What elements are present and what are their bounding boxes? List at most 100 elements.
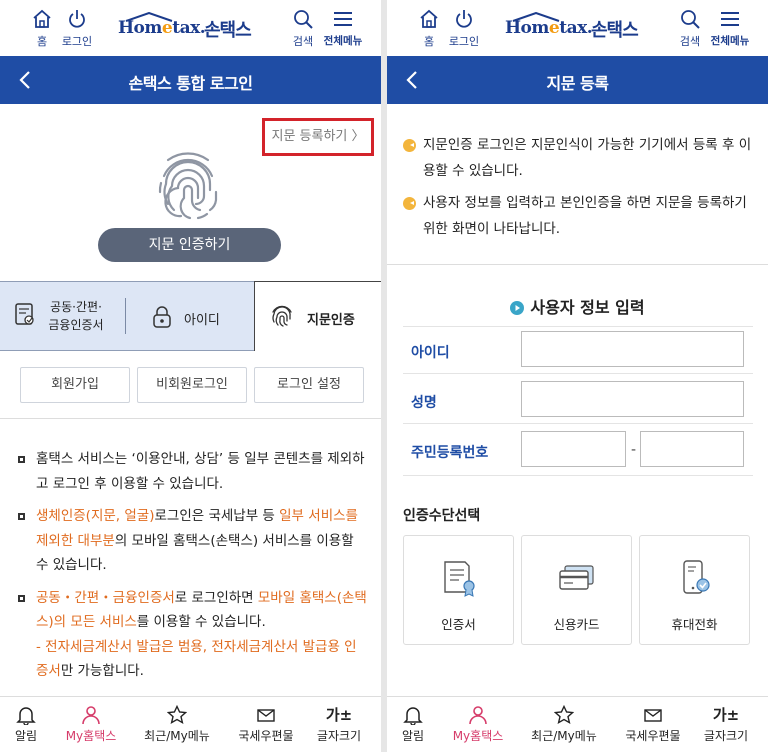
form-divider [403,373,753,374]
certificate-icon [444,561,475,597]
nav-my-hometax[interactable]: My홈택스 [442,705,514,744]
id-field[interactable] [521,331,744,367]
auth-method-mobile-phone[interactable]: 휴대전화 [639,535,750,645]
bell-icon [16,707,36,725]
star-icon [554,705,574,725]
rrn-back-field[interactable] [640,431,744,467]
note-item: 생체인증(지문, 얼굴)로그인은 국세납부 등 일부 서비스를 제외한 대부분의… [18,504,368,578]
bottom-nav: 알림 My홈택스 최근/My메뉴 국세우편물 가± 글자크기 [0,696,381,752]
power-icon [456,10,472,28]
menu-icon [334,12,352,26]
nav-tax-mail[interactable]: 국세우편물 [617,705,689,744]
home-icon [420,9,438,28]
note-item: 공동・간편・금융인증서로 로그인하면 모바일 홈택스(손택스)의 모든 서비스를… [18,586,368,684]
home-label: 홈 [423,35,435,48]
section-title: 사용자 정보 입력 [387,294,768,318]
search-label: 검색 [679,35,701,48]
auth-method-title: 인증수단선택 [403,508,481,524]
home-label: 홈 [36,35,48,48]
page-title: 지문 등록 [546,74,609,93]
auth-method-certificate[interactable]: 인증서 [403,535,514,645]
id-label: 아이디 [411,345,450,361]
name-field[interactable] [521,381,744,417]
tab-fingerprint[interactable]: 지문인증 [254,281,381,351]
tab-id-label: 아이디 [184,313,220,328]
lock-icon [153,306,171,328]
hometax-logo[interactable]: Hometax. 손택스 [505,12,655,44]
tab-certificate-label-1: 공동·간편· [50,300,102,314]
menu-label: 전체메뉴 [323,35,363,47]
login-button[interactable]: 로그인 [55,8,99,49]
name-label: 성명 [411,395,437,411]
join-button[interactable]: 회원가입 [20,367,130,403]
search-button[interactable]: 검색 [668,8,712,49]
home-icon [33,9,51,28]
fingerprint-icon [158,152,218,220]
square-bullet-icon [18,513,25,520]
square-bullet-icon [18,594,25,602]
mobile-phone-icon [683,560,710,594]
nav-alarm[interactable]: 알림 [0,705,62,744]
login-method-tabs: 공동·간편· 금융인증서 아이디 지문인증 [0,281,381,351]
person-icon [82,706,100,725]
power-icon [69,10,85,28]
mail-icon [644,709,662,722]
guest-login-button[interactable]: 비회원로그인 [137,367,247,403]
fingerprint-register-screen: 홈 로그인 Hometax. 손택스 검색 전체메뉴 지문 등록 지문인증 로그… [387,0,768,752]
square-bullet-icon [18,456,25,463]
nav-font-size[interactable]: 가± 글자크기 [690,705,762,744]
tab-certificate[interactable]: 공동·간편· 금융인증서 [0,282,125,350]
play-circle-icon [510,301,525,315]
font-size-icon: 가± [325,706,353,724]
person-icon [469,706,487,725]
login-label: 로그인 [448,35,480,48]
title-bar: 손택스 통합 로그인 [0,56,381,104]
tab-fingerprint-label: 지문인증 [307,313,355,328]
full-menu-button[interactable]: 전체메뉴 [708,8,752,48]
font-size-icon: 가± [712,706,740,724]
login-label: 로그인 [61,35,93,48]
nav-alarm[interactable]: 알림 [387,705,449,744]
fingerprint-register-link[interactable]: 지문 등록하기 〉 [262,118,374,156]
page-title: 손택스 통합 로그인 [128,74,253,93]
rrn-dash: - [631,442,637,458]
nav-recent-menu[interactable]: 최근/My메뉴 [141,705,213,744]
search-button[interactable]: 검색 [281,8,325,49]
bell-icon [403,707,423,725]
login-button[interactable]: 로그인 [442,8,486,49]
certificate-icon [15,303,34,325]
auth-method-credit-card[interactable]: 신용카드 [521,535,632,645]
login-screen: 홈 로그인 Hometax. 손택스 검색 전체메뉴 손택스 통합 로그인 지문… [0,0,381,752]
nav-tax-mail[interactable]: 국세우편물 [230,705,302,744]
nav-font-size[interactable]: 가± 글자크기 [303,705,375,744]
inactive-tabs-group: 공동·간편· 금융인증서 아이디 [0,281,254,351]
login-settings-button[interactable]: 로그인 설정 [254,367,364,403]
mail-icon [257,709,275,722]
menu-icon [721,12,739,26]
form-divider [403,326,753,327]
bottom-nav: 알림 My홈택스 최근/My메뉴 국세우편물 가± 글자크기 [387,696,768,752]
star-icon [167,705,187,725]
register-info: 지문인증 로그인은 지문인식이 가능한 기기에서 등록 후 이용할 수 있습니다… [403,132,755,248]
speaker-bullet-icon [403,139,416,152]
rrn-label: 주민등록번호 [411,445,489,461]
tab-id[interactable]: 아이디 [126,282,254,350]
search-icon [294,10,313,29]
info-item: 지문인증 로그인은 지문인식이 가능한 기기에서 등록 후 이용할 수 있습니다… [403,132,755,184]
rrn-front-field[interactable] [521,431,626,467]
form-divider [403,475,753,476]
hometax-logo[interactable]: Hometax. 손택스 [118,12,268,44]
form-divider [403,423,753,424]
menu-label: 전체메뉴 [710,35,750,47]
fingerprint-auth-button[interactable]: 지문 인증하기 [98,228,281,262]
nav-recent-menu[interactable]: 최근/My메뉴 [528,705,600,744]
info-item: 사용자 정보를 입력하고 본인인증을 하면 지문을 등록하기 위한 화면이 나타… [403,190,755,242]
full-menu-button[interactable]: 전체메뉴 [321,8,365,48]
nav-my-hometax[interactable]: My홈택스 [55,705,127,744]
search-icon [681,10,700,29]
title-bar: 지문 등록 [387,56,768,104]
fingerprint-tab-icon [272,305,292,327]
search-label: 검색 [292,35,314,48]
note-item: 홈택스 서비스는 ‘이용안내, 상담’ 등 일부 콘텐츠를 제외하고 로그인 후… [18,447,368,496]
divider [387,264,768,265]
